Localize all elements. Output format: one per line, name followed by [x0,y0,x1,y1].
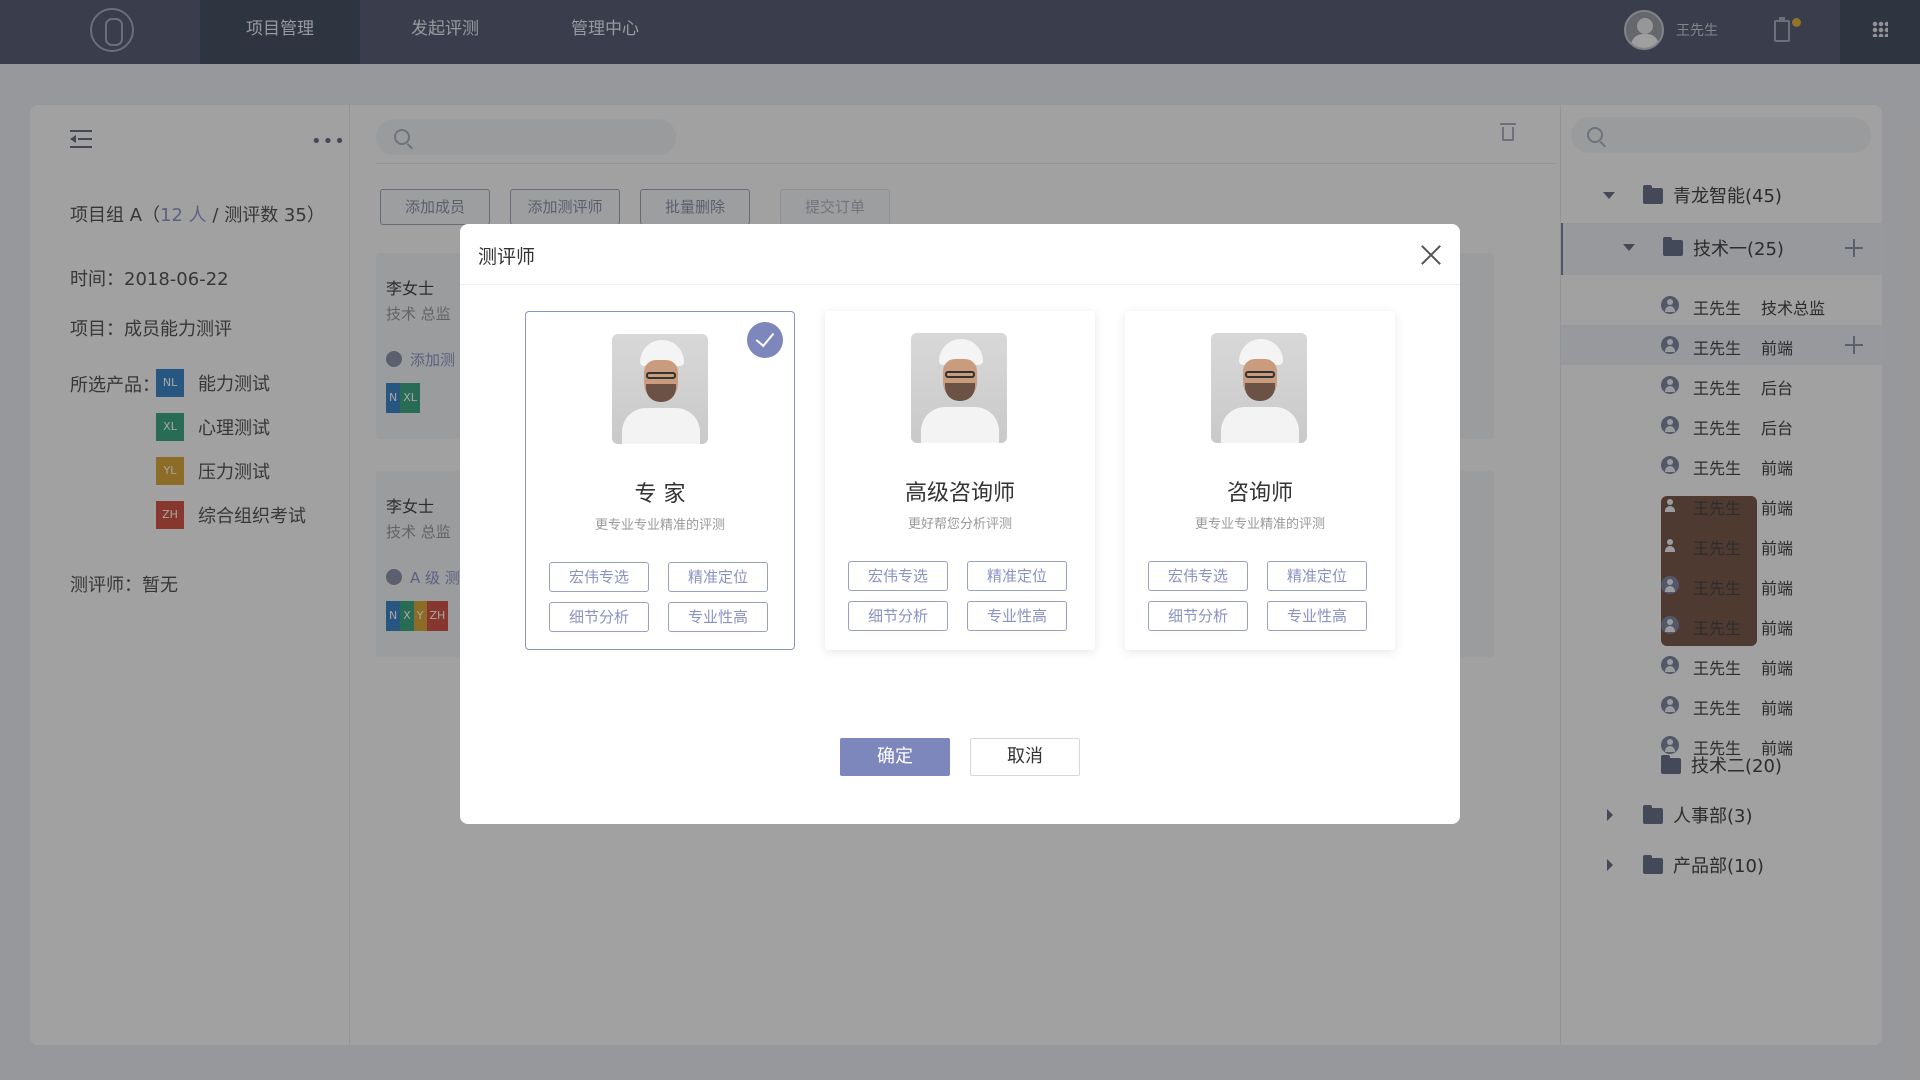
card-description: 更好帮您分析评测 [907,517,1012,532]
feature-tag: 精准定位 [967,561,1067,591]
card-title: 高级咨询师 [904,481,1015,506]
evaluator-photo [1211,333,1307,443]
confirm-button[interactable]: 确定 [840,738,950,776]
feature-tag: 细节分析 [549,602,649,632]
feature-tag: 专业性高 [1267,601,1367,631]
evaluator-modal: 测评师 专 家 更专业专业精准的评测 宏伟专选 精准定位 细节分析 专业性高 高… [460,224,1460,824]
feature-tag: 宏伟专选 [848,561,948,591]
check-icon [747,322,783,358]
evaluator-card-expert[interactable]: 专 家 更专业专业精准的评测 宏伟专选 精准定位 细节分析 专业性高 [525,311,795,650]
evaluator-card-consultant[interactable]: 咨询师 更专业专业精准的评测 宏伟专选 精准定位 细节分析 专业性高 [1125,311,1395,650]
card-title: 咨询师 [1226,481,1293,506]
feature-tag: 专业性高 [668,602,768,632]
close-icon[interactable] [1418,242,1444,268]
feature-tag: 宏伟专选 [549,562,649,592]
feature-tag: 宏伟专选 [1148,561,1248,591]
evaluator-card-senior-consultant[interactable]: 高级咨询师 更好帮您分析评测 宏伟专选 精准定位 细节分析 专业性高 [825,311,1095,650]
modal-title: 测评师 [478,246,536,268]
divider [460,284,1460,285]
feature-tag: 精准定位 [1267,561,1367,591]
evaluator-photo [612,334,708,444]
feature-tag: 细节分析 [848,601,948,631]
feature-tag: 细节分析 [1148,601,1248,631]
card-title: 专 家 [634,482,686,507]
evaluator-photo [911,333,1007,443]
cancel-button[interactable]: 取消 [970,738,1080,776]
card-description: 更专业专业精准的评测 [594,518,725,533]
card-description: 更专业专业精准的评测 [1194,517,1325,532]
feature-tag: 精准定位 [668,562,768,592]
feature-tag: 专业性高 [967,601,1067,631]
